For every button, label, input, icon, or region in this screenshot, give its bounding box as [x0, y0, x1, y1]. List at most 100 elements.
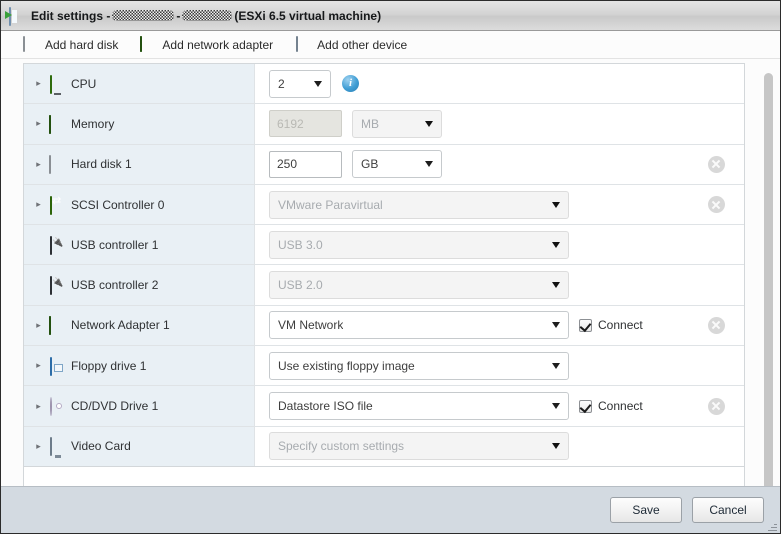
table-row: ▸ Floppy drive 1 Use existing floppy ima…: [24, 346, 744, 387]
scsi-controller-type-select[interactable]: VMware Paravirtual: [269, 190, 569, 219]
vm-settings-icon: [9, 6, 25, 26]
redacted-vm-name: [112, 10, 175, 21]
device-label: SCSI Controller 0: [71, 197, 165, 212]
device-control-cell-hard-disk-1: GB: [255, 145, 688, 184]
save-button[interactable]: Save: [610, 497, 682, 523]
usb-controller-1-version-select[interactable]: USB 3.0: [269, 230, 569, 259]
network-adapter-connect-checkbox[interactable]: Connect: [579, 318, 643, 332]
chevron-down-icon: [552, 201, 560, 208]
device-name-cell-hard-disk-1[interactable]: ▸ Hard disk 1: [24, 144, 255, 184]
device-label: CD/DVD Drive 1: [71, 399, 159, 414]
chevron-down-icon: [552, 282, 560, 289]
device-name-cell-video-card[interactable]: ▸ Video Card: [24, 426, 255, 466]
device-list-panel: ▸ CPU 2 ▸: [1, 59, 780, 486]
add-hard-disk-button[interactable]: Add hard disk: [23, 35, 119, 53]
other-device-icon: [295, 35, 311, 53]
add-other-device-button[interactable]: Add other device: [295, 35, 408, 53]
video-card-settings-value: Specify custom settings: [278, 439, 405, 454]
chevron-right-icon[interactable]: ▸: [34, 64, 43, 103]
device-remove-cell: [688, 346, 744, 385]
table-row: ▸ CPU 2: [24, 64, 744, 105]
chevron-down-icon: [552, 322, 560, 329]
device-control-cell-video-card: Specify custom settings: [255, 427, 688, 466]
remove-device-button[interactable]: [707, 316, 725, 334]
floppy-drive-source-select[interactable]: Use existing floppy image: [269, 351, 569, 380]
device-name-cell-scsi-controller-0[interactable]: ▸ SCSI Controller 0: [24, 184, 255, 225]
device-name-cell-floppy-drive-1[interactable]: ▸ Floppy drive 1: [24, 346, 255, 386]
network-adapter-network-select[interactable]: VM Network: [269, 311, 569, 340]
device-table: ▸ CPU 2 ▸: [23, 63, 745, 486]
title-separator: -: [176, 8, 181, 23]
device-control-cell-usb-controller-1: USB 3.0: [255, 225, 688, 264]
cancel-button[interactable]: Cancel: [692, 497, 764, 523]
floppy-drive-icon: [49, 356, 65, 376]
chevron-right-icon[interactable]: ▸: [34, 185, 43, 224]
title-suffix: (ESXi 6.5 virtual machine): [234, 8, 382, 23]
chevron-right-icon[interactable]: ▸: [34, 306, 43, 345]
floppy-drive-source-value: Use existing floppy image: [278, 358, 415, 373]
chevron-right-icon[interactable]: ▸: [34, 386, 43, 425]
add-hard-disk-label: Add hard disk: [45, 37, 119, 52]
chevron-right-icon[interactable]: ▸: [34, 104, 43, 143]
cd-dvd-icon: [49, 397, 65, 417]
usb-controller-2-version-select[interactable]: USB 2.0: [269, 271, 569, 300]
device-name-cell-network-adapter-1[interactable]: ▸ Network Adapter 1: [24, 305, 255, 346]
device-name-cell-memory[interactable]: ▸ Memory: [24, 104, 255, 144]
device-control-cell-memory: MB: [255, 104, 688, 143]
usb-controller-2-version-value: USB 2.0: [278, 278, 323, 293]
hard-disk-icon: [23, 35, 39, 53]
connect-label: Connect: [598, 318, 643, 333]
remove-device-button[interactable]: [707, 397, 725, 415]
memory-unit-value: MB: [361, 116, 379, 131]
hard-disk-unit-value: GB: [361, 157, 379, 172]
toolbar: Add hard disk Add network adapter Add ot…: [1, 31, 780, 59]
device-name-cell-cpu[interactable]: ▸ CPU: [24, 64, 255, 104]
chevron-down-icon: [552, 443, 560, 450]
add-network-adapter-label: Add network adapter: [162, 37, 274, 52]
chevron-right-icon[interactable]: ▸: [34, 346, 43, 385]
network-adapter-icon: [140, 35, 156, 53]
device-label: Hard disk 1: [71, 157, 132, 172]
chevron-right-icon[interactable]: ▸: [34, 145, 43, 184]
add-other-device-label: Add other device: [317, 37, 408, 52]
usb-controller-1-version-value: USB 3.0: [278, 237, 323, 252]
table-row: ▸ USB controller 2 USB 2.0: [24, 265, 744, 306]
device-remove-cell: [688, 265, 744, 304]
device-control-cell-floppy-drive-1: Use existing floppy image: [255, 346, 688, 385]
device-name-cell-cd-dvd-drive-1[interactable]: ▸ CD/DVD Drive 1: [24, 386, 255, 426]
cd-dvd-connect-checkbox[interactable]: Connect: [579, 399, 643, 413]
page-title: Edit settings - - (ESXi 6.5 virtual mach…: [31, 9, 381, 23]
device-label: CPU: [71, 76, 97, 91]
title-bar: Edit settings - - (ESXi 6.5 virtual mach…: [1, 1, 780, 31]
device-label: Memory: [71, 116, 115, 131]
remove-device-button[interactable]: [707, 196, 725, 214]
memory-size-input[interactable]: [269, 110, 342, 138]
vertical-scrollbar[interactable]: [764, 73, 773, 486]
device-name-cell-usb-controller-2[interactable]: ▸ USB controller 2: [24, 265, 255, 305]
network-adapter-network-value: VM Network: [278, 318, 344, 333]
hard-disk-size-input[interactable]: [269, 150, 342, 178]
device-name-cell-usb-controller-1[interactable]: ▸ USB controller 1: [24, 225, 255, 265]
scrollbar-thumb[interactable]: [764, 73, 773, 486]
hard-disk-unit-select[interactable]: GB: [352, 150, 442, 179]
device-remove-cell: [688, 225, 744, 264]
device-control-cell-usb-controller-2: USB 2.0: [255, 265, 688, 304]
cd-dvd-source-select[interactable]: Datastore ISO file: [269, 392, 569, 421]
scsi-controller-type-value: VMware Paravirtual: [278, 197, 383, 212]
memory-unit-select[interactable]: MB: [352, 109, 442, 138]
video-card-icon: [49, 437, 65, 457]
info-icon[interactable]: [342, 75, 359, 93]
cpu-count-value: 2: [278, 76, 285, 91]
resize-handle[interactable]: [767, 521, 777, 531]
device-remove-cell: [688, 427, 744, 466]
table-row: ▸ Hard disk 1 GB: [24, 144, 744, 185]
chevron-down-icon: [425, 120, 433, 127]
device-remove-cell: [688, 64, 744, 103]
add-network-adapter-button[interactable]: Add network adapter: [140, 35, 274, 53]
device-remove-cell: [688, 386, 744, 425]
remove-device-button[interactable]: [707, 155, 725, 173]
video-card-settings-select[interactable]: Specify custom settings: [269, 432, 569, 461]
chevron-right-icon[interactable]: ▸: [34, 427, 43, 466]
cpu-count-select[interactable]: 2: [269, 69, 331, 98]
chevron-down-icon: [552, 362, 560, 369]
